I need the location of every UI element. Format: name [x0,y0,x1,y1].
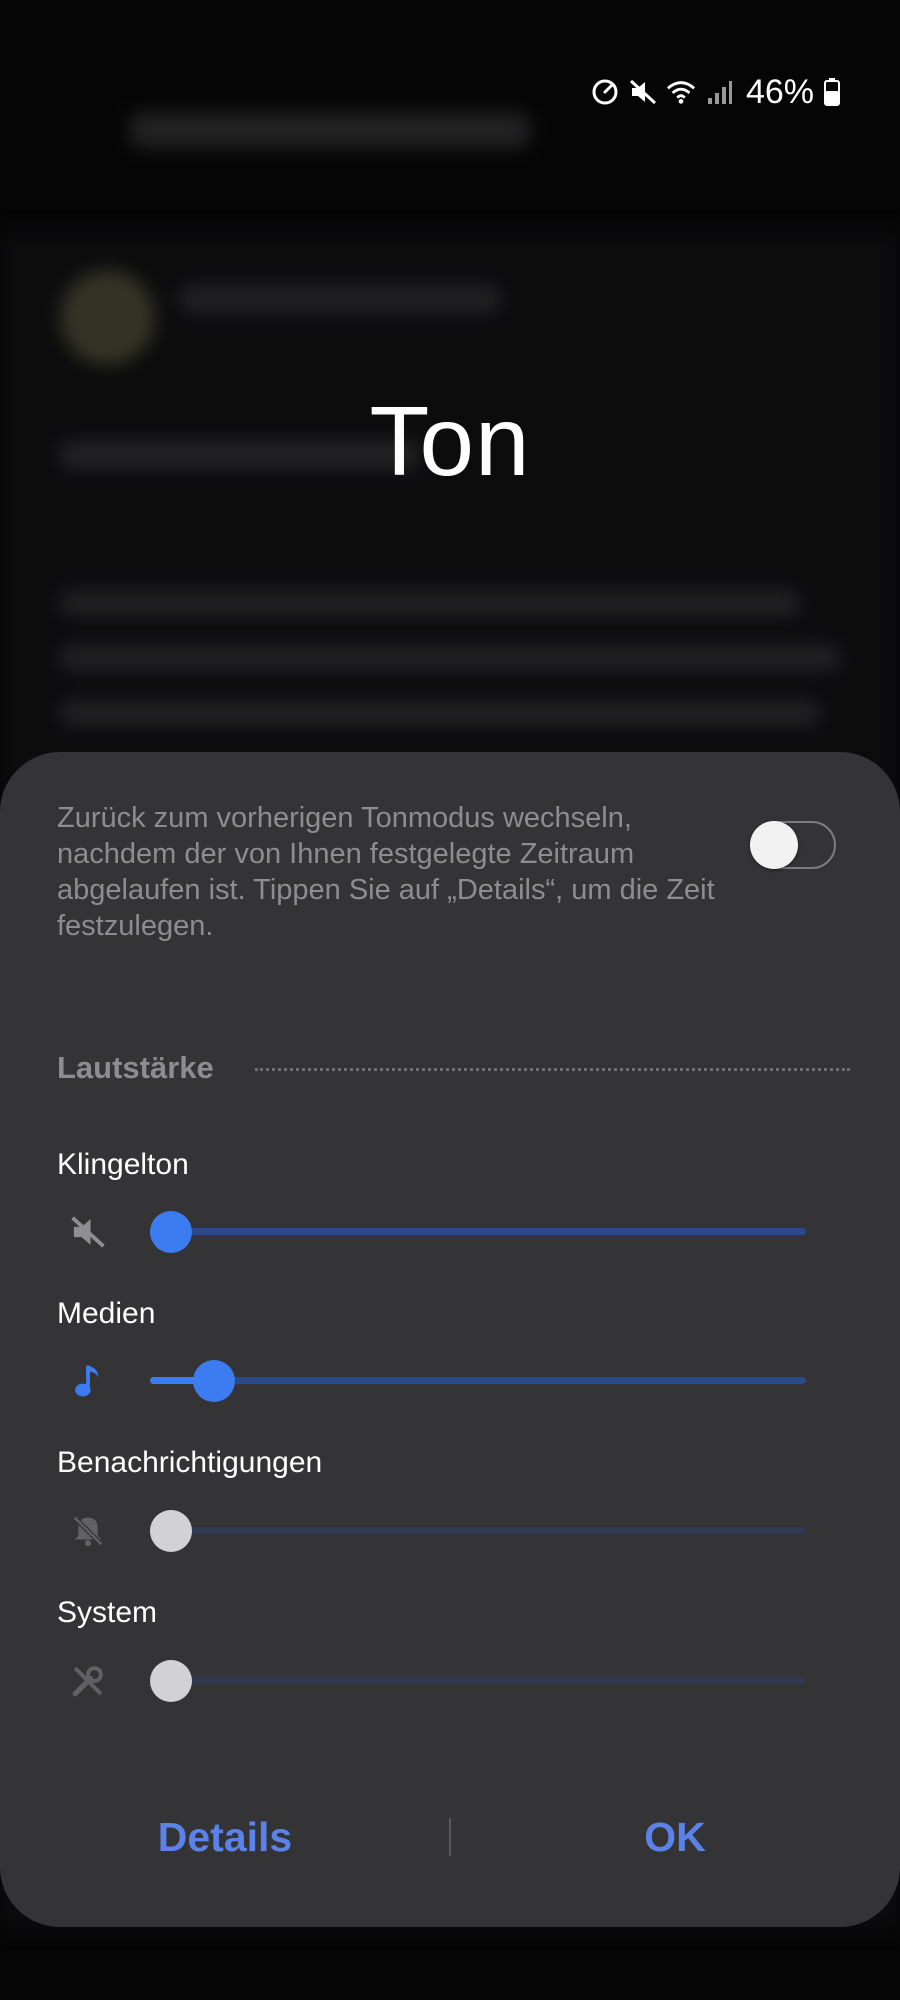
system-tools-icon [68,1661,108,1701]
status-bar: 46% [590,68,842,116]
wifi-icon [666,77,696,107]
volume-label-media: Medien [57,1297,156,1330]
notification-muted-icon [68,1511,108,1551]
slider-thumb[interactable] [150,1659,192,1702]
notifications-volume-slider[interactable] [150,1509,806,1552]
background-avatar [60,270,155,365]
details-button[interactable]: Details [110,1805,340,1869]
battery-percent: 46% [745,72,814,111]
section-divider [255,1068,850,1071]
data-saver-icon [590,77,620,107]
slider-thumb[interactable] [192,1359,235,1402]
revert-toggle[interactable] [750,821,836,869]
system-volume-slider[interactable] [150,1659,806,1702]
mute-icon[interactable] [68,1212,108,1252]
background-bar [60,700,820,726]
battery-icon [822,77,842,107]
volume-label-system: System [57,1596,158,1629]
signal-icon [704,77,734,107]
dialog-title: Ton [369,386,531,496]
background-bar [180,285,500,313]
toggle-knob [750,821,798,869]
footer-divider [449,1818,451,1856]
ringtone-volume-slider[interactable] [150,1210,806,1253]
volume-label-ringtone: Klingelton [57,1148,189,1181]
media-volume-slider[interactable] [150,1359,806,1402]
background-bar [130,112,530,148]
slider-thumb[interactable] [150,1210,192,1253]
background-bar [60,645,840,671]
volume-label-notifications: Benachrichtigungen [57,1446,323,1479]
background-bar [60,590,800,616]
music-note-icon[interactable] [68,1361,108,1401]
mute-icon [628,77,658,107]
slider-thumb[interactable] [150,1509,192,1552]
volume-section-title: Lautstärke [57,1050,214,1085]
revert-description: Zurück zum vorherigen Tonmodus wechseln,… [57,802,715,942]
ok-button[interactable]: OK [560,1805,790,1869]
